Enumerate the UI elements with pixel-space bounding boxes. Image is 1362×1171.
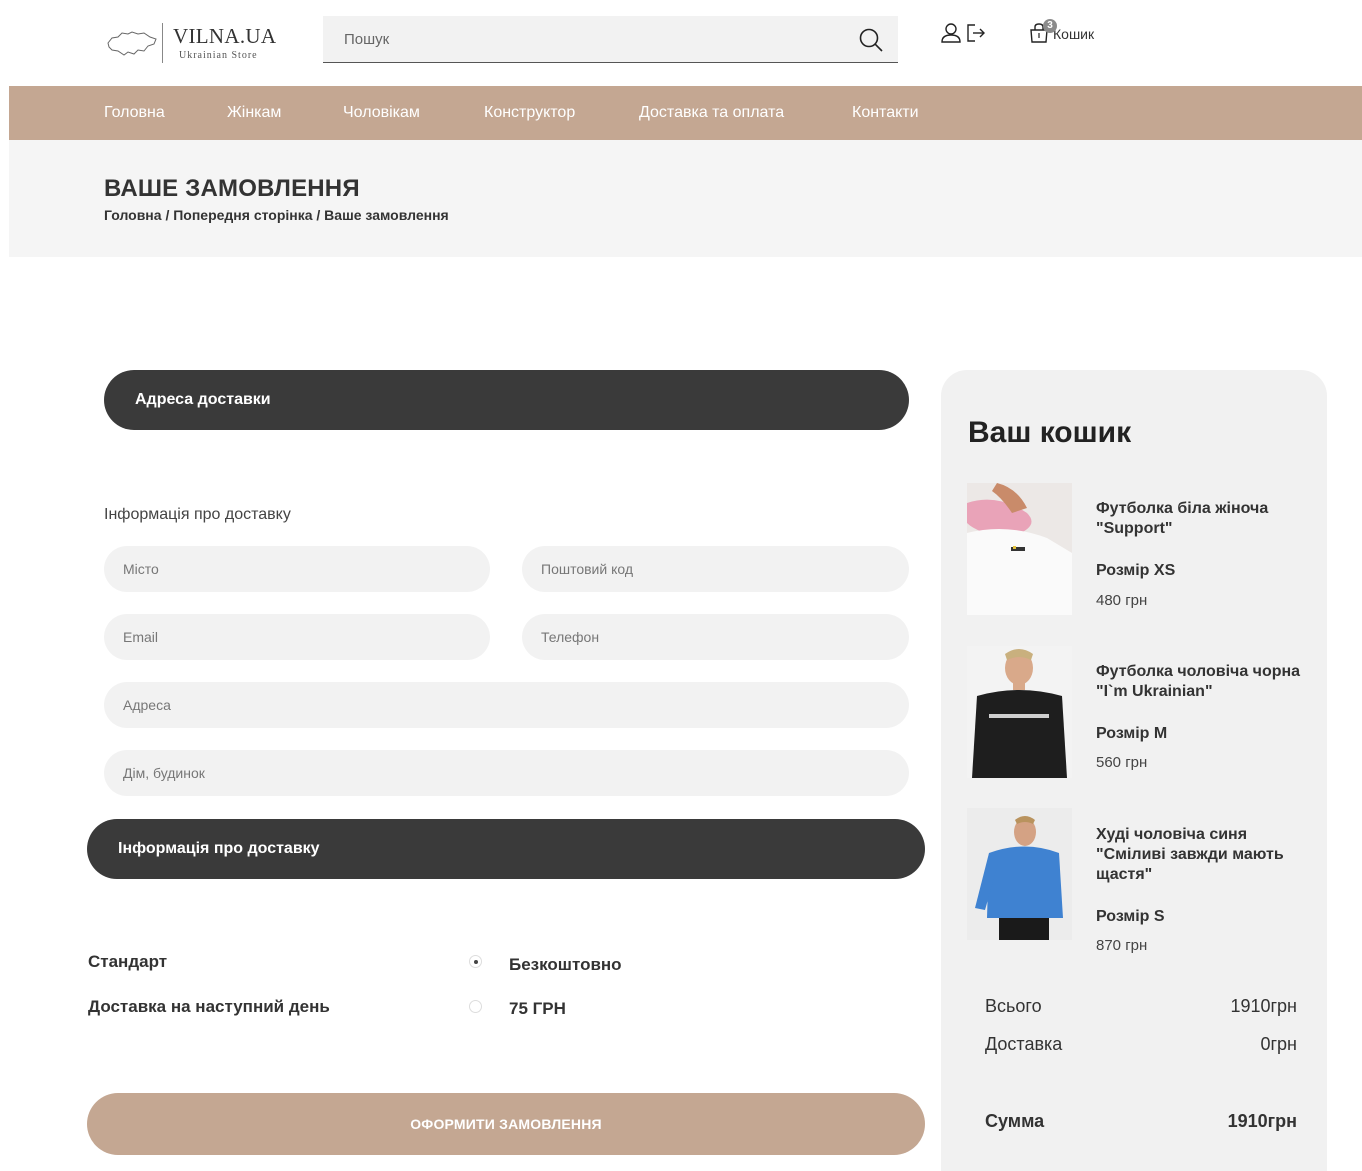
search-icon[interactable] (858, 27, 884, 53)
address-section-header: Адреса доставки (104, 370, 909, 430)
grand-total-label: Сумма (985, 1111, 1045, 1131)
cart-item-image[interactable] (967, 808, 1072, 940)
page-title: ВАШЕ ЗАМОВЛЕННЯ (104, 175, 360, 202)
cart-item-price: 870 грн (1096, 937, 1148, 954)
delivery-cost-value: 0грн (1260, 1034, 1297, 1054)
cart-summary-panel: Ваш кошик Футболка біла жіноча "Support"… (941, 370, 1327, 1171)
postcode-field[interactable] (522, 546, 909, 592)
delivery-section-title: Інформація про доставку (118, 840, 320, 857)
grand-total-value: 1910грн (1227, 1111, 1297, 1131)
logo[interactable]: VILNA.UA Ukrainian Store (104, 18, 284, 68)
shipping-option-nextday-price: 75 ГРН (509, 999, 566, 1018)
phone-field[interactable] (522, 614, 909, 660)
logout-icon[interactable] (965, 22, 987, 44)
nav-item-women[interactable]: Жінкам (227, 104, 281, 122)
house-field[interactable] (104, 750, 909, 796)
nav-item-men[interactable]: Чоловікам (343, 104, 420, 122)
ukraine-map-icon (107, 31, 157, 56)
main-nav: Головна Жінкам Чоловікам Конструктор Дос… (9, 86, 1362, 140)
page-banner: ВАШЕ ЗАМОВЛЕННЯ Головна / Попередня стор… (9, 140, 1362, 257)
search-input[interactable] (323, 16, 843, 62)
email-field[interactable] (104, 614, 490, 660)
black-tshirt-product-image (967, 646, 1072, 778)
shipping-option-standard-label: Стандарт (88, 952, 168, 971)
cart-item-price: 480 грн (1096, 592, 1148, 609)
total-value: 1910грн (1230, 996, 1297, 1016)
breadcrumb[interactable]: Головна / Попередня сторінка / Ваше замо… (104, 207, 449, 223)
cart-title: Ваш кошик (968, 416, 1132, 449)
shipping-option-nextday-label: Доставка на наступний день (88, 997, 330, 1016)
delivery-info-label: Інформація про доставку (104, 506, 291, 523)
total-label: Всього (985, 996, 1042, 1016)
site-header: VILNA.UA Ukrainian Store 3 Кошик (0, 0, 1362, 86)
shopping-bag-icon: 3 (1028, 19, 1057, 44)
address-field[interactable] (104, 682, 909, 728)
cart-item-image[interactable] (967, 646, 1072, 778)
shipping-radio-nextday[interactable] (469, 1000, 482, 1013)
cart-item-name[interactable]: Худі чоловіча синя "Сміливі завжди мають… (1096, 825, 1311, 885)
cart-link[interactable]: 3 Кошик (1028, 14, 1094, 46)
cart-item-size: Розмір M (1096, 725, 1168, 742)
shipping-option-standard-price: Безкоштовно (509, 955, 622, 974)
logo-separator (162, 23, 163, 63)
shipping-radio-standard[interactable] (469, 955, 482, 968)
cart-item-size: Розмір XS (1096, 562, 1176, 579)
delivery-section-header: Інформація про доставку (87, 819, 925, 879)
cart-label: Кошик (1053, 26, 1095, 42)
logo-title: VILNA.UA (173, 24, 277, 48)
cart-item-image[interactable] (967, 483, 1072, 615)
cart-item-price: 560 грн (1096, 754, 1148, 771)
delivery-cost-label: Доставка (985, 1034, 1063, 1054)
user-icon[interactable] (941, 22, 961, 44)
white-tshirt-product-image (967, 483, 1072, 615)
cart-item-size: Розмір S (1096, 908, 1165, 925)
logo-subtitle: Ukrainian Store (179, 50, 258, 61)
nav-item-home[interactable]: Головна (104, 104, 165, 122)
blue-hoodie-product-image (967, 808, 1072, 940)
search-bar (323, 16, 898, 63)
nav-item-delivery[interactable]: Доставка та оплата (639, 104, 784, 122)
nav-item-contacts[interactable]: Контакти (852, 104, 919, 122)
address-section-title: Адреса доставки (135, 391, 271, 408)
nav-item-constructor[interactable]: Конструктор (484, 104, 575, 122)
place-order-button[interactable]: ОФОРМИТИ ЗАМОВЛЕННЯ (87, 1093, 925, 1155)
city-field[interactable] (104, 546, 490, 592)
cart-count-badge: 3 (1043, 19, 1057, 33)
cart-item-name[interactable]: Футболка біла жіноча "Support" (1096, 499, 1311, 539)
cart-item-name[interactable]: Футболка чоловіча чорна "I`m Ukrainian" (1096, 662, 1311, 702)
